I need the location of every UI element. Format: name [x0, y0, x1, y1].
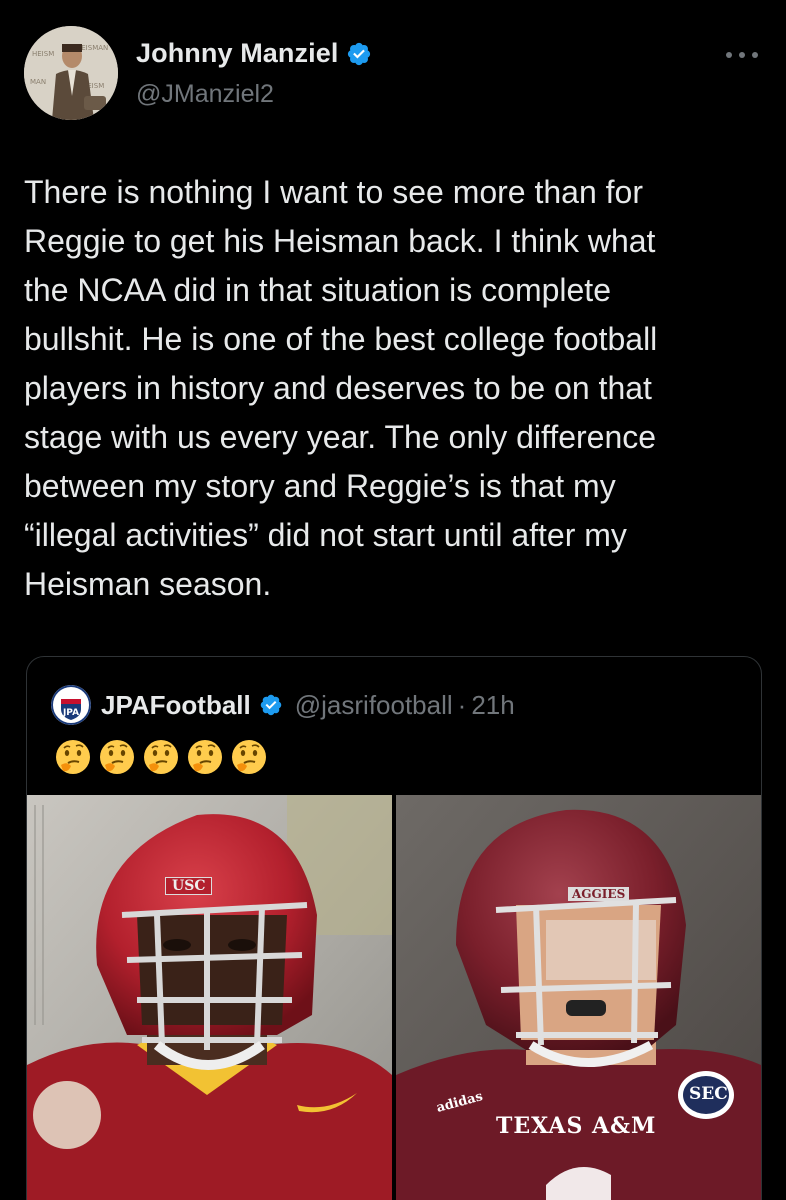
more-dot [726, 52, 732, 58]
sec-badge-text: SEC [689, 1084, 728, 1104]
more-dot [752, 52, 758, 58]
thinking-face-icon [100, 740, 134, 774]
svg-text:MAN: MAN [30, 78, 46, 86]
jersey-team-text: TEXAS A&M [496, 1113, 657, 1139]
quoted-author-avatar[interactable]: JPA [51, 685, 91, 725]
separator-dot: · [457, 689, 467, 720]
verified-badge-icon [348, 42, 371, 65]
thinking-face-icon [144, 740, 178, 774]
svg-text:HEISM: HEISM [32, 50, 54, 58]
more-icon[interactable] [726, 48, 758, 62]
more-dot [739, 52, 745, 58]
quoted-emoji-row [55, 739, 267, 775]
tweet-header: HEISM HEISMAN MAN HEISM Johnny Manziel @… [24, 22, 764, 122]
thinking-face-icon [56, 740, 90, 774]
quoted-tweet-header: JPA JPAFootball @jasrifootball · 21h [51, 685, 515, 725]
author-avatar[interactable]: HEISM HEISMAN MAN HEISM [24, 26, 118, 120]
quoted-avatar-text: JPA [62, 708, 79, 718]
quoted-timestamp[interactable]: 21h [471, 690, 514, 721]
quoted-author-handle[interactable]: @jasrifootball [295, 690, 453, 721]
tweet-view: HEISM HEISMAN MAN HEISM Johnny Manziel @… [0, 0, 786, 1200]
thinking-face-icon [188, 740, 222, 774]
author-handle[interactable]: @JManziel2 [136, 80, 274, 109]
quoted-author-name[interactable]: JPAFootball [101, 690, 251, 721]
photo-right[interactable]: AGGIES adidas TEXAS A&M SEC [396, 795, 761, 1200]
usc-helmet-text: USC [165, 877, 213, 895]
photo-left[interactable]: USC [27, 795, 392, 1200]
author-name[interactable]: Johnny Manziel [136, 38, 338, 69]
aggies-helmet-text: AGGIES [568, 887, 630, 901]
tweet-text: There is nothing I want to see more than… [24, 174, 658, 602]
quoted-verified-badge-icon [260, 694, 281, 716]
author-name-row: Johnny Manziel [136, 38, 372, 69]
quoted-media[interactable]: USC AGGIES adidas TEXAS A&M SEC [27, 795, 761, 1200]
thinking-face-icon [232, 740, 266, 774]
quoted-tweet-card[interactable]: JPA JPAFootball @jasrifootball · 21h USC… [26, 656, 762, 1200]
